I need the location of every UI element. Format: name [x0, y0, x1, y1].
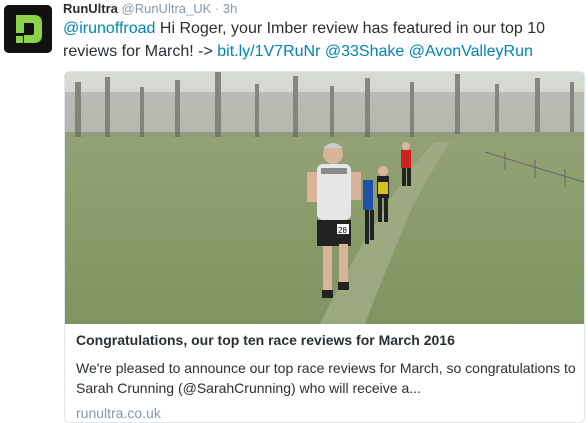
- card-body: Congratulations, our top ten race review…: [76, 330, 576, 422]
- link-card[interactable]: 28 Congratulations, our top ten race rev…: [64, 71, 585, 423]
- mention-link-2[interactable]: @33Shake: [325, 43, 404, 60]
- mention-link[interactable]: @irunoffroad: [63, 20, 155, 37]
- short-url-link[interactable]: bit.ly/1V7RuNr: [217, 43, 320, 60]
- mention-link-3[interactable]: @AvonValleyRun: [409, 43, 533, 60]
- runner-bib-number: 28: [338, 226, 347, 235]
- card-title[interactable]: Congratulations, our top ten race review…: [76, 330, 576, 350]
- tweet-text: @irunoffroad Hi Roger, your Imber review…: [63, 17, 583, 63]
- card-description: We're pleased to announce our top race r…: [76, 360, 576, 396]
- card-domain[interactable]: runultra.co.uk: [76, 404, 576, 422]
- tweet-time[interactable]: 3h: [223, 1, 237, 16]
- card-image[interactable]: 28: [65, 72, 584, 324]
- tweet-header: RunUltra @RunUltra_UK · 3h: [63, 1, 237, 17]
- avatar[interactable]: [4, 5, 52, 53]
- runultra-logo-icon: [4, 5, 52, 53]
- author-name[interactable]: RunUltra: [63, 1, 118, 16]
- time-separator: ·: [214, 1, 220, 16]
- author-handle[interactable]: @RunUltra_UK: [122, 1, 212, 16]
